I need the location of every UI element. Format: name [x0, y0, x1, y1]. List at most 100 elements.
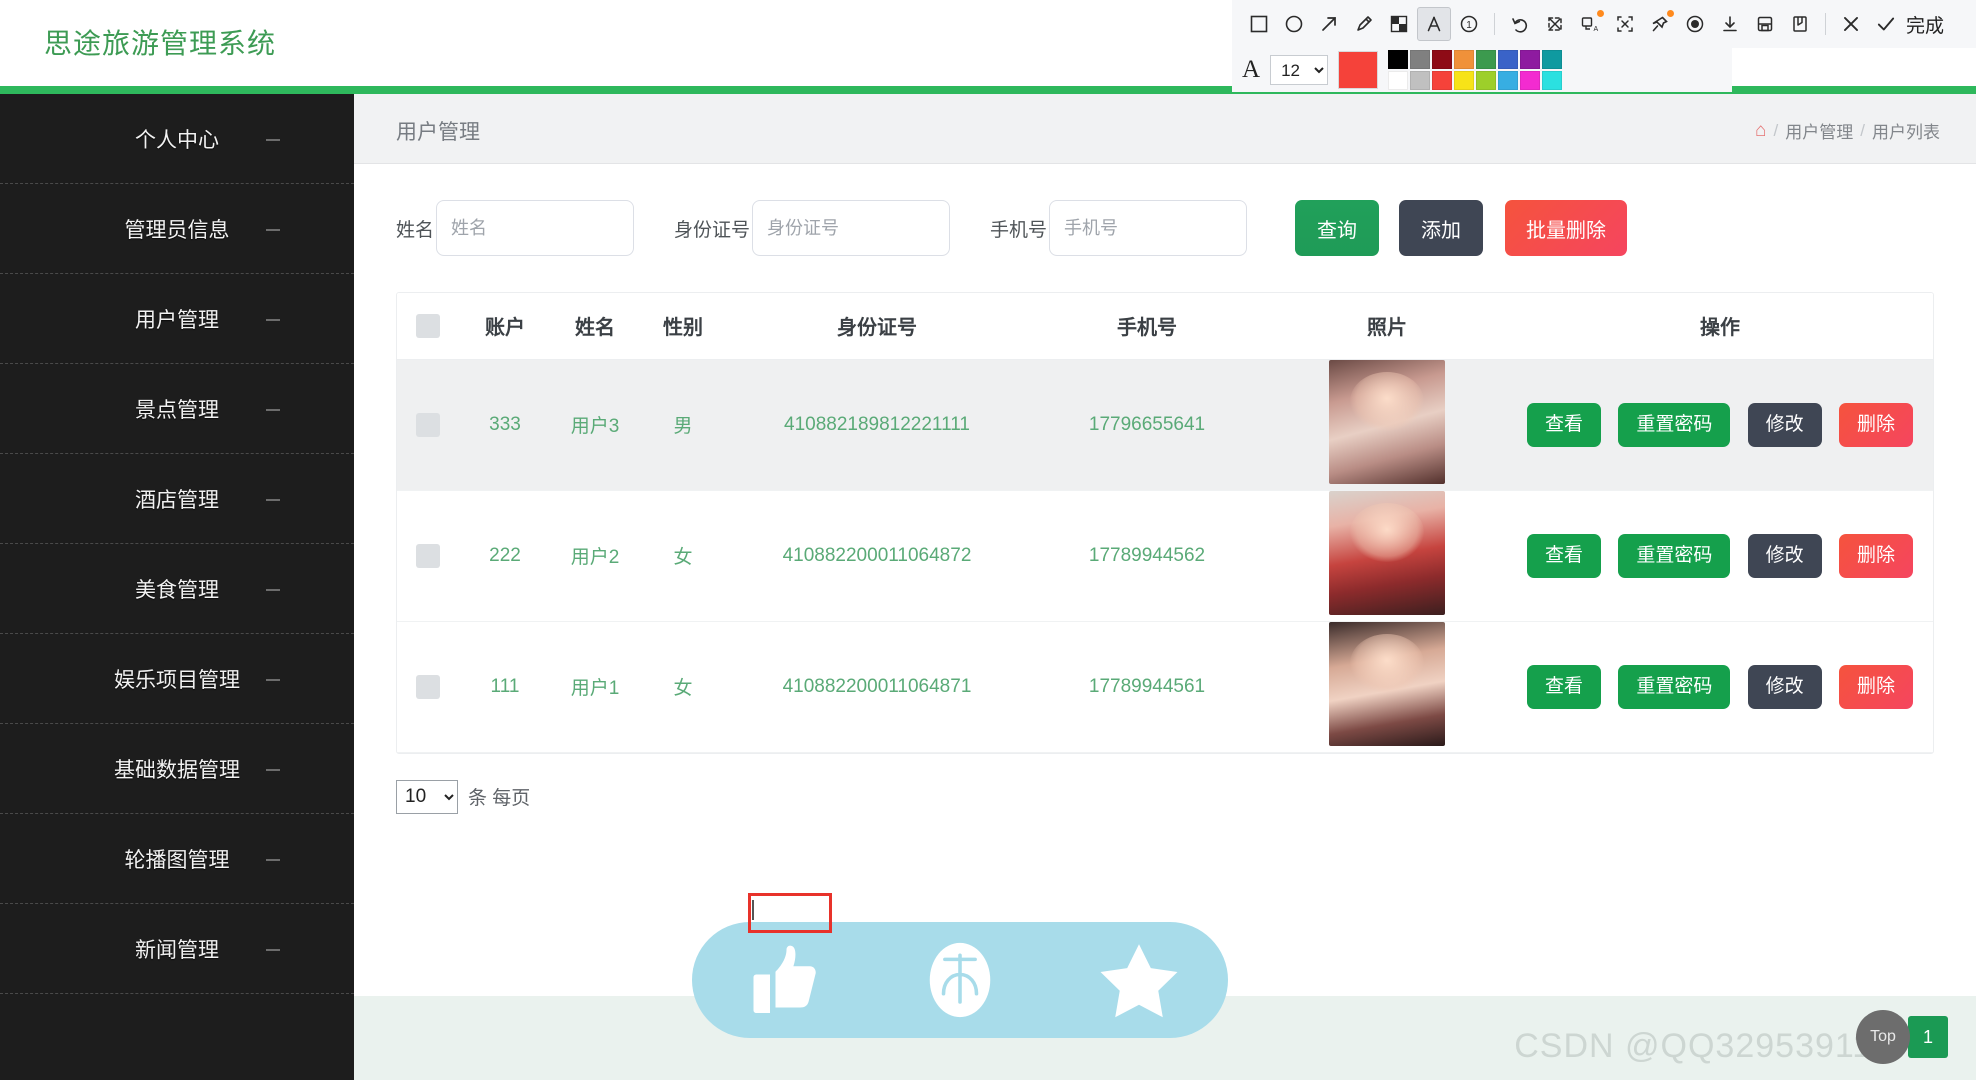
sidebar-item-8[interactable]: 轮播图管理 — [0, 814, 354, 904]
color-swatch-9[interactable] — [1410, 71, 1431, 90]
text-tool[interactable] — [1417, 7, 1451, 41]
delete-button[interactable]: 删除 — [1838, 533, 1913, 578]
color-swatch-10[interactable] — [1432, 71, 1453, 90]
sidebar-item-label: 基础数据管理 — [114, 758, 240, 782]
ocr-tool[interactable]: A — [1573, 7, 1607, 41]
cell-account: 111 — [459, 621, 551, 753]
umbrella-icon[interactable] — [916, 936, 1004, 1024]
color-swatch-7[interactable] — [1542, 50, 1563, 69]
name-input[interactable] — [436, 200, 635, 256]
pin-tool[interactable] — [1643, 7, 1677, 41]
user-photo-1 — [1329, 359, 1445, 484]
sidebar-item-0[interactable]: 个人中心 — [0, 94, 354, 184]
pen-tool[interactable] — [1347, 7, 1381, 41]
edit-button[interactable]: 修改 — [1747, 533, 1822, 578]
chevron-right-icon — [266, 588, 280, 591]
sidebar-item-6[interactable]: 娱乐项目管理 — [0, 634, 354, 724]
crop-tool[interactable] — [1538, 7, 1572, 41]
toolbar-divider — [1494, 13, 1495, 35]
cell-photo — [1267, 621, 1507, 753]
current-color-swatch[interactable] — [1338, 51, 1379, 89]
bookmark-tool[interactable] — [1783, 7, 1817, 41]
reset-password-button[interactable]: 重置密码 — [1618, 533, 1731, 578]
color-swatch-8[interactable] — [1388, 71, 1409, 90]
svg-text:1: 1 — [1466, 20, 1472, 31]
color-swatch-2[interactable] — [1432, 50, 1453, 69]
cell-photo — [1267, 359, 1507, 491]
phone-input[interactable] — [1049, 200, 1248, 256]
save-tool[interactable] — [1748, 7, 1782, 41]
sidebar-item-9[interactable]: 新闻管理 — [0, 904, 354, 994]
page-number-1[interactable]: 1 — [1908, 1016, 1948, 1058]
color-swatch-6[interactable] — [1520, 50, 1541, 69]
sidebar-item-5[interactable]: 美食管理 — [0, 544, 354, 634]
font-size-select[interactable]: 81012141824 — [1270, 55, 1329, 85]
edit-button[interactable]: 修改 — [1747, 402, 1822, 447]
color-swatch-14[interactable] — [1520, 71, 1541, 90]
idcard-input[interactable] — [752, 200, 951, 256]
color-swatch-4[interactable] — [1476, 50, 1497, 69]
field-phone: 手机号 — [990, 200, 1248, 256]
cell-phone: 17789944561 — [1027, 621, 1267, 753]
color-swatch-11[interactable] — [1454, 71, 1475, 90]
rectangle-tool[interactable] — [1242, 7, 1276, 41]
star-icon[interactable] — [1095, 936, 1183, 1024]
phone-field-label: 手机号 — [990, 219, 1048, 241]
view-button[interactable]: 查看 — [1527, 402, 1602, 447]
name-field-label: 姓名 — [396, 219, 435, 241]
breadcrumb-level-1[interactable]: 用户管理 — [1785, 118, 1853, 143]
header-photo: 照片 — [1267, 293, 1507, 360]
color-swatch-15[interactable] — [1542, 71, 1563, 90]
thumbs-up-icon[interactable] — [737, 936, 825, 1024]
view-button[interactable]: 查看 — [1527, 533, 1602, 578]
sidebar-item-7[interactable]: 基础数据管理 — [0, 724, 354, 814]
record-tool[interactable] — [1678, 7, 1712, 41]
sidebar-item-1[interactable]: 管理员信息 — [0, 184, 354, 274]
delete-button[interactable]: 删除 — [1838, 664, 1913, 709]
cell-sex: 女 — [639, 621, 727, 753]
sidebar-item-label: 用户管理 — [135, 308, 219, 332]
batch-delete-button[interactable]: 批量删除 — [1505, 200, 1628, 256]
color-swatch-3[interactable] — [1454, 50, 1475, 69]
reset-password-button[interactable]: 重置密码 — [1618, 664, 1731, 709]
page-header: 用户管理 ⌂ / 用户管理 / 用户列表 — [354, 94, 1976, 164]
done-label[interactable]: 完成 — [1906, 11, 1944, 38]
color-swatch-13[interactable] — [1498, 71, 1519, 90]
home-icon[interactable]: ⌂ — [1755, 121, 1766, 140]
color-swatch-5[interactable] — [1498, 50, 1519, 69]
edit-button[interactable]: 修改 — [1747, 664, 1822, 709]
row-checkbox[interactable] — [416, 674, 440, 699]
add-button[interactable]: 添加 — [1399, 200, 1484, 256]
cancel-tool[interactable] — [1834, 7, 1868, 41]
page-size-suffix: 条 每页 — [468, 788, 531, 809]
sidebar-item-4[interactable]: 酒店管理 — [0, 454, 354, 544]
row-checkbox[interactable] — [416, 543, 440, 568]
cell-phone: 17789944562 — [1027, 490, 1267, 622]
pagination-bar: 102050100 条 每页 — [396, 779, 1976, 814]
arrow-tool[interactable] — [1312, 7, 1346, 41]
delete-button[interactable]: 删除 — [1838, 402, 1913, 447]
view-button[interactable]: 查看 — [1527, 664, 1602, 709]
cell-photo — [1267, 490, 1507, 622]
color-swatch-1[interactable] — [1410, 50, 1431, 69]
ellipse-tool[interactable] — [1277, 7, 1311, 41]
chevron-right-icon — [266, 948, 280, 951]
color-swatch-12[interactable] — [1476, 71, 1497, 90]
sidebar-item-label: 景点管理 — [135, 398, 219, 422]
select-all-checkbox[interactable] — [416, 313, 440, 338]
undo-tool[interactable] — [1503, 7, 1537, 41]
mosaic-tool[interactable] — [1382, 7, 1416, 41]
sidebar-item-2[interactable]: 用户管理 — [0, 274, 354, 364]
row-checkbox[interactable] — [416, 412, 440, 437]
translate-tool[interactable] — [1608, 7, 1642, 41]
sidebar-item-3[interactable]: 景点管理 — [0, 364, 354, 454]
color-swatch-0[interactable] — [1388, 50, 1409, 69]
confirm-tool[interactable] — [1869, 7, 1903, 41]
download-tool[interactable] — [1713, 7, 1747, 41]
back-to-top-button[interactable]: Top — [1856, 1010, 1910, 1064]
cell-operations: 查看 重置密码 修改 删除 — [1507, 359, 1933, 491]
page-size-select[interactable]: 102050100 — [396, 779, 458, 814]
step-number-tool[interactable]: 1 — [1452, 7, 1486, 41]
query-button[interactable]: 查询 — [1295, 200, 1380, 256]
reset-password-button[interactable]: 重置密码 — [1618, 402, 1731, 447]
